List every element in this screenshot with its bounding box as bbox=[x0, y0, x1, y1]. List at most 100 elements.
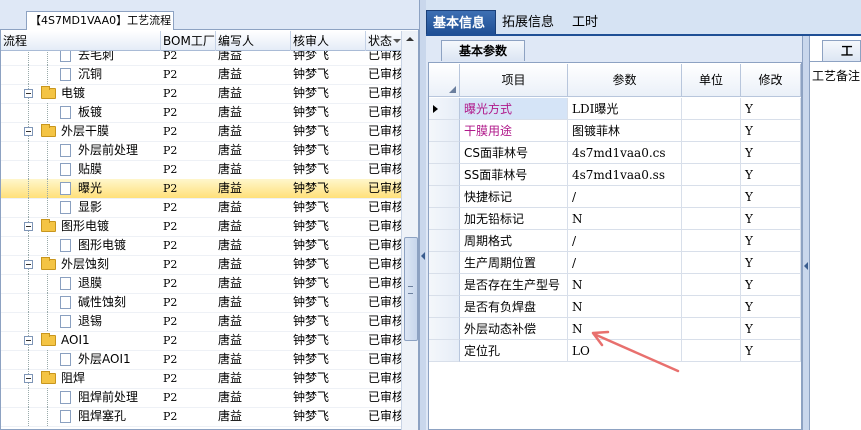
param-unit-cell[interactable] bbox=[682, 230, 741, 252]
row-selector[interactable] bbox=[429, 318, 460, 340]
param-item-cell[interactable]: 快捷标记 bbox=[460, 186, 568, 208]
column-header-writer[interactable]: 编写人 bbox=[216, 31, 291, 51]
param-value-cell[interactable]: N bbox=[568, 274, 682, 296]
tree-row[interactable]: 贴膜 P2 唐益 钟梦飞 已审核 bbox=[1, 160, 401, 180]
row-selector[interactable] bbox=[429, 208, 460, 230]
right-splitter[interactable] bbox=[802, 36, 810, 430]
tree-node[interactable]: 阻焊 bbox=[1, 369, 161, 388]
row-selector[interactable] bbox=[429, 120, 460, 142]
param-unit-cell[interactable] bbox=[682, 186, 741, 208]
param-value-cell[interactable]: N bbox=[568, 208, 682, 230]
grid-header-unit[interactable]: 单位 bbox=[682, 64, 741, 97]
grid-row[interactable]: SS面菲林号 4s7md1vaa0.ss Y bbox=[429, 164, 803, 186]
collapse-right-icon[interactable] bbox=[804, 262, 808, 270]
process-flow-tab[interactable]: 【4S7MD1VAA0】工艺流程 bbox=[26, 11, 174, 30]
grid-row[interactable]: 干膜用途 图镀菲林 Y bbox=[429, 120, 803, 142]
param-unit-cell[interactable] bbox=[682, 340, 741, 362]
column-header-reviewer[interactable]: 核审人 bbox=[291, 31, 366, 51]
tree-row[interactable]: 退膜 P2 唐益 钟梦飞 已审核 bbox=[1, 274, 401, 294]
tree-node[interactable]: 去毛刺 bbox=[1, 51, 161, 65]
param-value-cell[interactable]: 4s7md1vaa0.cs bbox=[568, 142, 682, 164]
tree-row[interactable]: 外层干膜 P2 唐益 钟梦飞 已审核 bbox=[1, 122, 401, 142]
scroll-up-icon[interactable] bbox=[406, 37, 414, 41]
param-edit-cell[interactable]: Y bbox=[741, 252, 801, 274]
column-header-bom[interactable]: BOM工厂 bbox=[161, 31, 216, 51]
tree-row[interactable]: 去毛刺 P2 唐益 钟梦飞 已审核 bbox=[1, 51, 401, 66]
tree-row[interactable]: 沉铜 P2 唐益 钟梦飞 已审核 bbox=[1, 65, 401, 85]
tree-row[interactable]: 退锡 P2 唐益 钟梦飞 已审核 bbox=[1, 312, 401, 332]
param-edit-cell[interactable]: Y bbox=[741, 274, 801, 296]
grid-row[interactable]: 快捷标记 / Y bbox=[429, 186, 803, 208]
param-item-cell[interactable]: 是否有负焊盘 bbox=[460, 296, 568, 318]
row-selector[interactable] bbox=[429, 230, 460, 252]
param-value-cell[interactable]: LDI曝光 bbox=[568, 98, 682, 120]
param-item-cell[interactable]: 生产周期位置 bbox=[460, 252, 568, 274]
row-selector[interactable] bbox=[429, 164, 460, 186]
param-item-cell[interactable]: 外层动态补偿 bbox=[460, 318, 568, 340]
tree-row[interactable]: 曝光 P2 唐益 钟梦飞 已审核 bbox=[1, 179, 401, 199]
tree-node[interactable]: 外层AOI1 bbox=[1, 350, 161, 369]
tree-node[interactable]: 外层干膜 bbox=[1, 122, 161, 141]
grid-row[interactable]: 加无铅标记 N Y bbox=[429, 208, 803, 230]
param-unit-cell[interactable] bbox=[682, 296, 741, 318]
collapse-icon[interactable] bbox=[24, 222, 33, 231]
tree-row[interactable]: 阻焊前处理 P2 唐益 钟梦飞 已审核 bbox=[1, 388, 401, 408]
tree-node[interactable]: 板镀 bbox=[1, 103, 161, 122]
param-unit-cell[interactable] bbox=[682, 98, 741, 120]
grid-row[interactable]: 生产周期位置 / Y bbox=[429, 252, 803, 274]
param-edit-cell[interactable]: Y bbox=[741, 230, 801, 252]
param-unit-cell[interactable] bbox=[682, 142, 741, 164]
param-value-cell[interactable]: / bbox=[568, 186, 682, 208]
tree-node[interactable]: 外层前处理 bbox=[1, 141, 161, 160]
tree-node[interactable]: 显影 bbox=[1, 198, 161, 217]
collapse-icon[interactable] bbox=[24, 89, 33, 98]
param-value-cell[interactable]: 4s7md1vaa0.ss bbox=[568, 164, 682, 186]
current-row-indicator-icon[interactable] bbox=[429, 98, 460, 120]
tree-row[interactable]: 阻焊塞孔 P2 唐益 钟梦飞 已审核 bbox=[1, 407, 401, 427]
param-edit-cell[interactable]: Y bbox=[741, 208, 801, 230]
tree-row[interactable]: 显影 P2 唐益 钟梦飞 已审核 bbox=[1, 198, 401, 218]
collapse-icon[interactable] bbox=[24, 260, 33, 269]
tree-row[interactable]: 板镀 P2 唐益 钟梦飞 已审核 bbox=[1, 103, 401, 123]
param-edit-cell[interactable]: Y bbox=[741, 340, 801, 362]
tree-row[interactable]: 阻焊 P2 唐益 钟梦飞 已审核 bbox=[1, 369, 401, 389]
param-unit-cell[interactable] bbox=[682, 164, 741, 186]
tree-row[interactable]: AOI1 P2 唐益 钟梦飞 已审核 bbox=[1, 331, 401, 351]
collapse-left-icon[interactable] bbox=[421, 252, 425, 260]
param-item-cell[interactable]: 是否存在生产型号 bbox=[460, 274, 568, 296]
row-selector[interactable] bbox=[429, 252, 460, 274]
param-edit-cell[interactable]: Y bbox=[741, 164, 801, 186]
tab-basic-info[interactable]: 基本信息 bbox=[426, 10, 496, 35]
param-item-cell[interactable]: CS面菲林号 bbox=[460, 142, 568, 164]
tree-node[interactable]: 贴膜 bbox=[1, 160, 161, 179]
row-selector[interactable] bbox=[429, 142, 460, 164]
param-value-cell[interactable]: / bbox=[568, 230, 682, 252]
tree-row[interactable]: 电镀 P2 唐益 钟梦飞 已审核 bbox=[1, 84, 401, 104]
tree-node[interactable]: 阻焊前处理 bbox=[1, 388, 161, 407]
grid-row[interactable]: 是否有负焊盘 N Y bbox=[429, 296, 803, 318]
tab-basic-params[interactable]: 基本参数 bbox=[441, 40, 525, 61]
collapse-icon[interactable] bbox=[24, 374, 33, 383]
param-item-cell[interactable]: 定位孔 bbox=[460, 340, 568, 362]
column-header-flow[interactable]: 流程 bbox=[1, 31, 161, 51]
param-item-cell[interactable]: SS面菲林号 bbox=[460, 164, 568, 186]
param-unit-cell[interactable] bbox=[682, 120, 741, 142]
tree-node[interactable]: 沉铜 bbox=[1, 65, 161, 84]
param-item-cell[interactable]: 干膜用途 bbox=[460, 120, 568, 142]
tree-node[interactable]: 退膜 bbox=[1, 274, 161, 293]
tree-node[interactable]: 退锡 bbox=[1, 312, 161, 331]
grid-header-edit[interactable]: 修改 bbox=[741, 64, 801, 97]
tree-node[interactable]: 图形电镀 bbox=[1, 236, 161, 255]
tree-node[interactable]: 阻焊塞孔 bbox=[1, 407, 161, 426]
param-edit-cell[interactable]: Y bbox=[741, 318, 801, 340]
tree-node[interactable]: AOI1 bbox=[1, 331, 161, 350]
tree-row[interactable]: 图形电镀 P2 唐益 钟梦飞 已审核 bbox=[1, 217, 401, 237]
param-value-cell[interactable]: / bbox=[568, 252, 682, 274]
param-edit-cell[interactable]: Y bbox=[741, 120, 801, 142]
chevron-down-icon[interactable] bbox=[393, 39, 401, 43]
grid-row[interactable]: 曝光方式 LDI曝光 Y bbox=[429, 98, 803, 120]
tree-row[interactable]: 外层AOI1 P2 唐益 钟梦飞 已审核 bbox=[1, 350, 401, 370]
param-unit-cell[interactable] bbox=[682, 252, 741, 274]
param-value-cell[interactable]: 图镀菲林 bbox=[568, 120, 682, 142]
param-item-cell[interactable]: 曝光方式 bbox=[460, 98, 568, 120]
